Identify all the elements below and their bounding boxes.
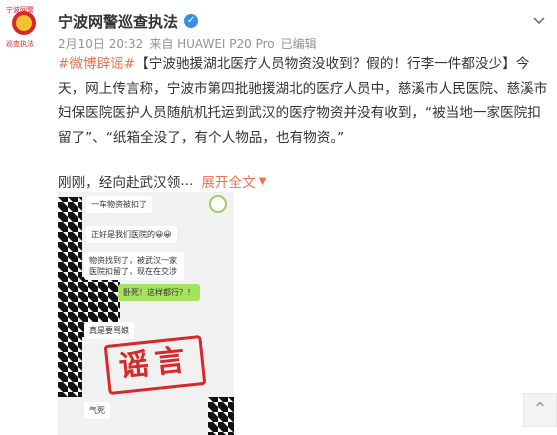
chat-message: 一车物资被扣了 [86,196,152,213]
chat-message: 气死 [84,402,110,419]
avatar-text-bottom: 巡查执法 [6,39,34,48]
arrow-up-icon[interactable]: ⌃ [523,393,557,427]
post-summary: 刚刚，经向赴武汉领 ... 展开全文 ▼ [58,171,266,191]
rumor-stamp: 谣言 [103,335,207,395]
expand-full-text-link[interactable]: 展开全文 [201,171,255,191]
post-text: #微博辟谣#【宁波驰援湖北医疗人员物资没收到？假的！行李一件都没少】今天，网上传… [58,52,550,150]
post-source: 来自 HUAWEI P20 Pro [149,37,275,51]
author-line: 宁波网警巡查执法 ✓ [58,10,199,32]
hashtag-link[interactable]: #微博辟谣# [58,56,135,72]
chat-message: 真是要骂娘 [84,322,134,339]
chat-message: 正好是我们医院的😀😀 [86,226,177,243]
summary-ellipsis: ... [180,173,194,189]
avatar[interactable]: 宁波网警 巡查执法 [6,5,42,48]
edited-label[interactable]: 已编辑 [281,37,317,51]
chevron-down-icon[interactable] [531,12,547,28]
expand-chevron-icon: ▼ [258,175,267,187]
verified-badge-icon: ✓ [184,14,199,28]
author-name[interactable]: 宁波网警巡查执法 [58,11,178,32]
post-meta: 2月10日 20:32 来自 HUAWEI P20 Pro 已编辑 [58,35,323,52]
chat-message-self: 卧死！这样都行？！ [118,284,200,301]
avatar-text-top: 宁波网警 [6,6,34,14]
chat-message: 物资找到了，被武汉一家医院扣留了，现在在交涉 [84,252,184,280]
post-image[interactable]: 一车物资被扣了 正好是我们医院的😀😀 物资找到了，被武汉一家医院扣留了，现在在交… [58,192,234,435]
post-date[interactable]: 2月10日 20:32 [58,37,143,51]
summary-text: 刚刚，经向赴武汉领 [58,175,181,191]
